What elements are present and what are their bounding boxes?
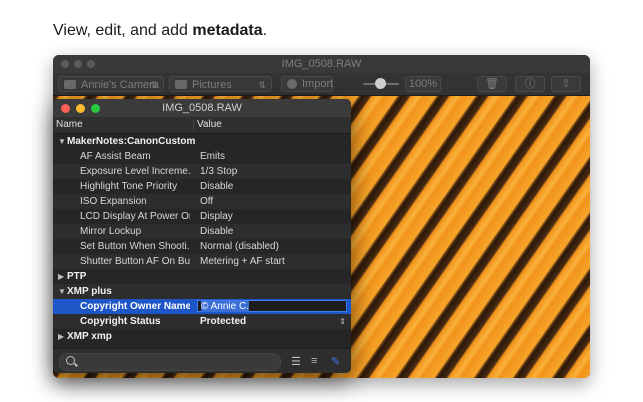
table-row[interactable]: Set Button When Shooti... Normal (disable… bbox=[53, 239, 351, 254]
value-column-header[interactable]: Value bbox=[197, 117, 222, 133]
group-row-xmp-plus[interactable]: ▼ XMP plus bbox=[53, 284, 351, 299]
row-key: Set Button When Shooti... bbox=[80, 241, 190, 252]
trash-icon: 🗑 bbox=[485, 78, 499, 90]
toolbar: Annie's Camera ⇅ Pictures ⇅ Import 100% … bbox=[53, 73, 590, 96]
inspector-title: IMG_0508.RAW bbox=[162, 102, 242, 114]
group-row-xmp-xmp[interactable]: ▶ XMP xmp bbox=[53, 329, 351, 344]
camera-icon bbox=[64, 80, 76, 89]
metadata-inspector: IMG_0508.RAW Name Value ▼ MakerNotes:Can… bbox=[53, 99, 351, 373]
headline-text: View, edit, and add bbox=[53, 22, 193, 39]
minimize-panel-button[interactable] bbox=[76, 104, 85, 113]
table-row[interactable]: Mirror Lockup Disable bbox=[53, 224, 351, 239]
copyright-status-select[interactable]: Protected bbox=[200, 314, 345, 329]
chevron-updown-icon: ⇅ bbox=[150, 80, 158, 90]
inspector-bottom-bar: ☰ ≡ ✎ bbox=[53, 348, 351, 373]
close-panel-button[interactable] bbox=[61, 104, 70, 113]
table-row[interactable]: LCD Display At Power On Display bbox=[53, 209, 351, 224]
zoom-panel-button[interactable] bbox=[91, 104, 100, 113]
app-title: IMG_0508.RAW bbox=[281, 58, 362, 70]
row-key: AF Assist Beam bbox=[80, 151, 151, 162]
app-titlebar: IMG_0508.RAW bbox=[53, 55, 590, 73]
filter-list-icon[interactable]: ☰ bbox=[291, 355, 301, 368]
edit-pencil-icon[interactable]: ✎ bbox=[331, 355, 340, 368]
row-value: Disable bbox=[200, 181, 234, 192]
row-value: Display bbox=[200, 211, 233, 222]
row-value: Emits bbox=[200, 151, 225, 162]
row-value: Metering + AF start bbox=[200, 256, 285, 267]
folder-popup[interactable]: Pictures ⇅ bbox=[169, 76, 272, 92]
group-row-makernotes[interactable]: ▼ MakerNotes:CanonCustom bbox=[53, 134, 351, 149]
minimize-window-button[interactable] bbox=[74, 60, 82, 68]
row-key: LCD Display At Power On bbox=[80, 211, 190, 222]
column-header: Name Value bbox=[53, 117, 351, 134]
disclosure-closed-icon[interactable]: ▶ bbox=[58, 269, 64, 284]
table-row[interactable]: Copyright Status Protected ⇕ bbox=[53, 314, 351, 329]
copyright-owner-value[interactable]: © Annie C. bbox=[201, 301, 249, 312]
table-row[interactable]: ISO Expansion Off bbox=[53, 194, 351, 209]
chevron-updown-icon[interactable]: ⇕ bbox=[339, 314, 346, 329]
row-value: 1/3 Stop bbox=[200, 166, 238, 177]
folder-label: Pictures bbox=[192, 79, 232, 91]
row-value: Disable bbox=[200, 226, 234, 237]
camera-popup[interactable]: Annie's Camera ⇅ bbox=[58, 76, 164, 92]
info-icon: ⓘ bbox=[524, 78, 536, 90]
search-field[interactable] bbox=[59, 353, 281, 371]
search-input[interactable] bbox=[80, 355, 274, 369]
row-value: Off bbox=[200, 196, 214, 207]
disclosure-open-icon[interactable]: ▼ bbox=[58, 284, 66, 299]
headline-bold: metadata bbox=[192, 22, 263, 39]
import-button[interactable]: Import bbox=[281, 76, 333, 92]
zoom-slider-knob[interactable] bbox=[375, 78, 386, 89]
row-key: ISO Expansion bbox=[80, 196, 147, 207]
row-key: Highlight Tone Priority bbox=[80, 181, 178, 192]
row-key: Copyright Owner Name bbox=[80, 301, 190, 312]
disclosure-open-icon[interactable]: ▼ bbox=[58, 134, 66, 149]
copyright-owner-field[interactable]: © Annie C. bbox=[197, 300, 347, 312]
row-key: Shutter Button AF On Bu... bbox=[80, 256, 190, 267]
zoom-window-button[interactable] bbox=[87, 60, 95, 68]
table-row[interactable]: Exposure Level Increme... 1/3 Stop bbox=[53, 164, 351, 179]
group-label: XMP xmp bbox=[67, 331, 112, 342]
row-key: Exposure Level Increme... bbox=[80, 166, 190, 177]
search-icon bbox=[66, 356, 75, 365]
disclosure-closed-icon[interactable]: ▶ bbox=[58, 329, 64, 344]
group-row-ptp[interactable]: ▶ PTP bbox=[53, 269, 351, 284]
table-row-selected[interactable]: Copyright Owner Name © Annie C. bbox=[53, 299, 351, 314]
group-label: XMP plus bbox=[67, 286, 112, 297]
import-icon bbox=[287, 79, 297, 89]
headline-suffix: . bbox=[262, 22, 268, 39]
row-key: Mirror Lockup bbox=[80, 226, 142, 237]
column-divider[interactable] bbox=[193, 119, 194, 131]
group-label: MakerNotes:CanonCustom bbox=[67, 136, 196, 147]
inspector-titlebar: IMG_0508.RAW bbox=[53, 99, 351, 117]
camera-label: Annie's Camera bbox=[81, 79, 159, 91]
chevron-updown-icon: ⇅ bbox=[258, 80, 266, 90]
headline: View, edit, and add metadata. bbox=[53, 22, 267, 40]
row-key: Copyright Status bbox=[80, 316, 161, 327]
close-window-button[interactable] bbox=[61, 60, 69, 68]
import-label: Import bbox=[302, 78, 334, 90]
trash-button[interactable]: 🗑 bbox=[477, 76, 507, 92]
share-button[interactable]: ⇧ bbox=[551, 76, 581, 92]
table-row[interactable]: Shutter Button AF On Bu... Metering + AF … bbox=[53, 254, 351, 269]
row-value: Normal (disabled) bbox=[200, 241, 279, 252]
info-button[interactable]: ⓘ bbox=[515, 76, 545, 92]
group-label: PTP bbox=[67, 271, 87, 282]
table-row[interactable]: Highlight Tone Priority Disable bbox=[53, 179, 351, 194]
share-icon: ⇧ bbox=[561, 78, 571, 90]
bulleted-list-icon[interactable]: ≡ bbox=[311, 355, 317, 367]
table-row[interactable]: AF Assist Beam Emits bbox=[53, 149, 351, 164]
name-column-header[interactable]: Name bbox=[56, 117, 83, 133]
metadata-outline: ▼ MakerNotes:CanonCustom AF Assist Beam E… bbox=[53, 134, 351, 344]
zoom-percent: 100% bbox=[405, 76, 441, 92]
folder-icon bbox=[175, 80, 187, 89]
